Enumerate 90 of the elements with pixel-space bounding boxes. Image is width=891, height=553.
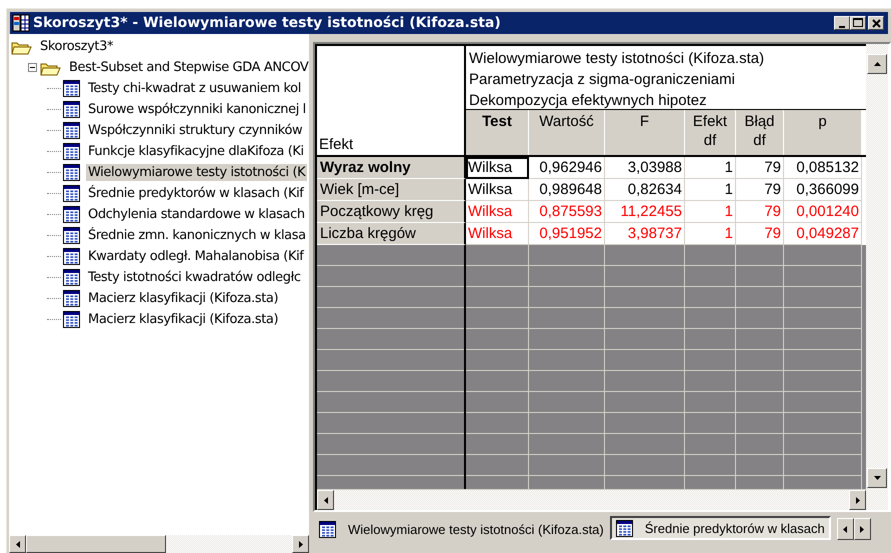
column-header: Wartość (529, 110, 605, 155)
table-cell: 11,22455 (605, 201, 685, 223)
spreadsheet-icon (63, 269, 80, 286)
left-arrow-icon (842, 524, 848, 534)
horizontal-scrollbar[interactable] (9, 535, 309, 553)
scroll-down-button[interactable] (867, 468, 887, 488)
scroll-left-button[interactable] (9, 535, 26, 553)
tree-item[interactable]: Współczynniki struktury czynników (86, 122, 304, 139)
scroll-up-button[interactable] (867, 54, 887, 74)
table-cell: Wilksa (466, 201, 529, 223)
scroll-right-button[interactable] (849, 490, 866, 510)
tree-item[interactable]: Surowe współczynniki kanonicznej l (86, 101, 308, 118)
table-cell: 79 (736, 201, 784, 223)
tree-item[interactable]: Funkcje klasyfikacyjne dlaKifoza (Ki (86, 143, 306, 160)
spreadsheet-icon (63, 185, 80, 202)
spreadsheet-icon (63, 206, 80, 223)
right-arrow-icon (854, 496, 860, 504)
table-cell: Wilksa (466, 157, 529, 179)
down-arrow-icon (872, 475, 882, 481)
tree-item[interactable]: Testy istotności kwadratów odległc (86, 269, 303, 286)
column-header: Błąd df (736, 110, 784, 155)
minimize-icon (839, 26, 845, 28)
vertical-scrollbar[interactable] (866, 44, 888, 510)
tree-item[interactable]: Średnie zmn. kanonicznych w klasa (86, 227, 308, 244)
tree-item[interactable]: Testy chi-kwadrat z usuwaniem kol (86, 80, 303, 97)
table-cell: 79 (736, 157, 784, 179)
close-icon (872, 18, 880, 28)
tree-item[interactable]: Macierz klasyfikacji (Kifoza.sta) (86, 311, 280, 328)
column-header: p (784, 110, 862, 155)
scroll-left-button[interactable] (836, 518, 854, 540)
spreadsheet-icon (616, 520, 633, 536)
spreadsheet-icon (63, 122, 80, 139)
sheet-title: Wielowymiarowe testy istotności (Kifoza.sta) (469, 49, 766, 69)
scroll-right-button[interactable] (292, 535, 309, 553)
spreadsheet-icon (63, 143, 80, 160)
column-header: Test (466, 110, 529, 155)
row-header: Początkowy kręg (317, 201, 466, 223)
collapse-toggle-icon[interactable] (28, 63, 37, 72)
tab[interactable]: Średnie predyktorów w klasach (610, 516, 831, 540)
row-header-title: Efekt (319, 136, 354, 153)
spreadsheet-icon (63, 164, 80, 181)
row-header: Wyraz wolny (317, 157, 466, 179)
window-title: Skoroszyt3* - Wielowymiarowe testy istotności (Kifoza.sta) (33, 15, 502, 31)
maximize-button[interactable] (850, 16, 866, 30)
table-cell: 1 (685, 201, 736, 223)
table-cell: 3,03988 (605, 157, 685, 179)
tree-item[interactable]: Odchylenia standardowe w klasach (86, 206, 307, 223)
table-cell: 0,085132 (784, 157, 862, 179)
spreadsheet-icon (63, 227, 80, 244)
table-cell: 79 (736, 179, 784, 201)
tree-item[interactable]: Kwardaty odległ. Mahalanobisa (Kif (86, 248, 306, 265)
table-cell: 1 (685, 157, 736, 179)
column-header: Efekt df (685, 110, 736, 155)
right-arrow-icon (298, 540, 304, 548)
maximize-icon (853, 18, 863, 28)
minimize-button[interactable] (834, 16, 850, 30)
tree-item[interactable]: Best-Subset and Stepwise GDA ANCOV (67, 59, 309, 76)
tree-item[interactable]: Wielowymiarowe testy istotności (K (86, 164, 308, 181)
spreadsheet-icon (319, 521, 336, 538)
row-header: Liczba kręgów (317, 223, 466, 245)
spreadsheet-icon (63, 311, 80, 328)
table-cell: 0,366099 (784, 179, 862, 201)
spreadsheet-icon (63, 248, 80, 265)
spreadsheet-icon (63, 80, 80, 97)
sheet-title: Dekompozycja efektywnych hipotez (469, 91, 708, 111)
table-cell: 1 (685, 179, 736, 201)
scroll-left-button[interactable] (317, 490, 334, 510)
spreadsheet-icon (63, 290, 80, 307)
tree-item[interactable]: Macierz klasyfikacji (Kifoza.sta) (86, 290, 280, 307)
horizontal-scrollbar[interactable] (317, 489, 866, 510)
column-header: F (605, 110, 685, 155)
table-cell: 0,001240 (784, 201, 862, 223)
app-icon (12, 14, 30, 32)
up-arrow-icon (872, 61, 882, 67)
spreadsheet-icon (63, 101, 80, 118)
table-cell: Wilksa (466, 179, 529, 201)
scroll-right-button[interactable] (854, 518, 871, 540)
right-arrow-icon (859, 524, 866, 534)
row-header: Wiek [m-ce] (317, 179, 466, 201)
close-button[interactable] (868, 16, 884, 30)
tree-item[interactable]: Skoroszyt3* (38, 38, 116, 55)
scrollbar-thumb[interactable] (26, 535, 166, 553)
table-cell: 0,875593 (529, 201, 605, 223)
sheet-title: Parametryzacja z sigma-ograniczeniami (469, 70, 736, 90)
left-arrow-icon (14, 540, 20, 548)
table-cell: 0,82634 (605, 179, 685, 201)
left-arrow-icon (322, 496, 328, 504)
tree-item[interactable]: Średnie predyktorów w klasach (Kif (86, 185, 306, 202)
table-cell: 0,962946 (529, 157, 605, 179)
table-cell: 0,989648 (529, 179, 605, 201)
